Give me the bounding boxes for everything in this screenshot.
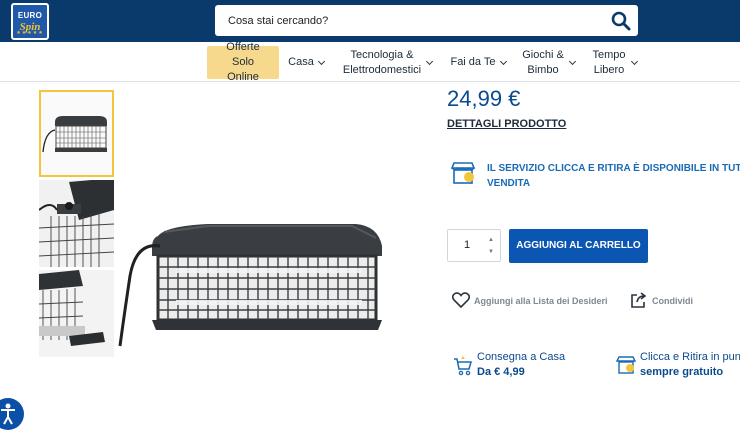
chevron-down-icon bbox=[425, 57, 434, 65]
pickup-info: Clicca e Ritira in pun sempre gratuito bbox=[616, 351, 740, 383]
home-delivery-info: Consegna a Casa Da € 4,99 bbox=[453, 351, 573, 383]
click-ritira-line-1: IL SERVIZIO CLICCA E RITIRA È DISPONIBIL… bbox=[487, 163, 740, 174]
thumbnail-2[interactable] bbox=[39, 180, 114, 267]
nav-item-giochi-bimbo[interactable]: Giochi & Bimbo bbox=[518, 46, 578, 79]
quantity-increase-icon[interactable]: ▲ bbox=[486, 235, 496, 245]
thumbnail-3[interactable] bbox=[39, 270, 114, 357]
quantity-stepper[interactable]: 1 ▲ ▼ bbox=[447, 229, 501, 262]
product-thumbnail-image bbox=[41, 92, 112, 175]
product-thumbnail-image bbox=[39, 270, 114, 357]
nav-item-label: Offerte Solo Online bbox=[226, 41, 260, 83]
share-label: Condividi bbox=[652, 296, 693, 306]
nav-item-tempo-libero[interactable]: Tempo Libero bbox=[588, 46, 640, 79]
quantity-value: 1 bbox=[464, 239, 471, 251]
eurospin-logo[interactable]: EURO Spin ★★★★★ bbox=[11, 3, 49, 40]
main-product-image[interactable] bbox=[116, 86, 406, 420]
wishlist-button[interactable]: Aggiungi alla Lista dei Desideri bbox=[452, 290, 612, 312]
top-header: EURO Spin ★★★★★ bbox=[0, 0, 740, 42]
search-button[interactable] bbox=[610, 10, 632, 32]
nav-item-offerte[interactable]: Offerte Solo Online bbox=[207, 41, 279, 83]
add-to-cart-button[interactable]: AGGIUNGI AL CARRELLO bbox=[509, 229, 648, 263]
chevron-down-icon bbox=[499, 57, 507, 65]
chevron-down-icon bbox=[568, 57, 577, 65]
click-ritira-banner: IL SERVIZIO CLICCA E RITIRA È DISPONIBIL… bbox=[447, 160, 740, 192]
heart-icon bbox=[452, 292, 470, 308]
share-icon bbox=[631, 292, 647, 308]
main-nav: Offerte Solo Online Casa Tecnologia & El… bbox=[0, 41, 740, 83]
search-icon bbox=[611, 11, 631, 31]
chevron-down-icon bbox=[630, 57, 639, 65]
nav-item-fai-da-te[interactable]: Fai da Te bbox=[448, 46, 508, 79]
product-photo-bug-zapper bbox=[118, 224, 382, 347]
product-details-link[interactable]: DETTAGLI PRODOTTO bbox=[447, 118, 566, 130]
home-delivery-title: Consegna a Casa bbox=[477, 351, 566, 363]
click-ritira-store-icon bbox=[450, 162, 476, 184]
delivery-cart-icon bbox=[454, 356, 472, 376]
share-button[interactable]: Condividi bbox=[630, 290, 710, 312]
pickup-store-icon bbox=[616, 356, 636, 374]
click-ritira-text: IL SERVIZIO CLICCA E RITIRA È DISPONIBIL… bbox=[487, 161, 740, 191]
logo-text-euro: EURO bbox=[17, 11, 43, 20]
product-thumbnail-image bbox=[39, 180, 114, 267]
nav-item-tecnologia[interactable]: Tecnologia & Elettrodomestici bbox=[338, 46, 436, 79]
wishlist-label: Aggiungi alla Lista dei Desideri bbox=[474, 296, 608, 306]
logo-stars: ★★★★★ bbox=[16, 30, 44, 36]
quantity-decrease-icon[interactable]: ▼ bbox=[486, 247, 496, 257]
home-delivery-price: Da € 4,99 bbox=[477, 366, 525, 378]
nav-item-label: Tecnologia & Elettrodomestici bbox=[342, 48, 422, 76]
nav-item-label: Tempo Libero bbox=[592, 48, 626, 76]
accessibility-button[interactable] bbox=[0, 398, 24, 430]
nav-item-label: Fai da Te bbox=[450, 56, 496, 68]
nav-item-label: Giochi & Bimbo bbox=[522, 48, 564, 76]
thumbnail-1[interactable] bbox=[39, 90, 114, 177]
click-ritira-line-2: VENDITA bbox=[487, 178, 531, 189]
product-price: 24,99 € bbox=[447, 86, 521, 111]
nav-item-casa[interactable]: Casa bbox=[285, 46, 327, 79]
nav-item-label: Casa bbox=[288, 56, 314, 68]
search-input[interactable] bbox=[215, 5, 605, 36]
chevron-down-icon bbox=[317, 57, 325, 65]
pickup-price: sempre gratuito bbox=[640, 366, 724, 378]
search-bar bbox=[215, 5, 638, 36]
accessibility-icon bbox=[1, 403, 15, 425]
pickup-title: Clicca e Ritira in pun bbox=[640, 351, 740, 363]
